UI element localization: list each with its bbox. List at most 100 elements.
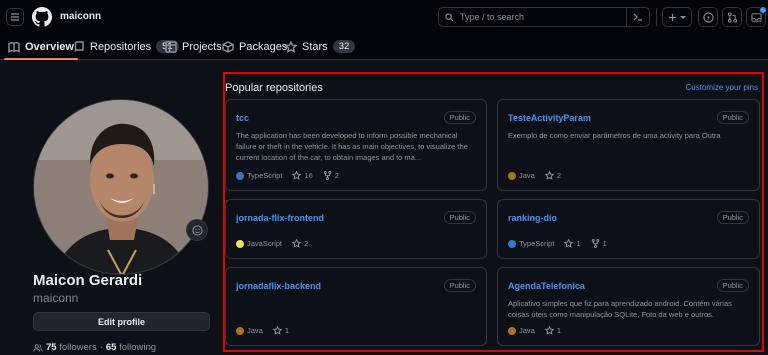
- pull-requests-button[interactable]: [722, 7, 742, 27]
- visibility-badge: Public: [443, 111, 476, 124]
- repo-language: Java: [508, 171, 535, 180]
- repo-meta: JavaScript 2: [236, 239, 308, 248]
- following-label: following: [119, 342, 157, 353]
- fork-icon: [323, 171, 331, 180]
- hamburger-icon: [11, 13, 19, 21]
- pull-request-icon: [727, 11, 737, 23]
- active-tab-indicator: [4, 58, 78, 60]
- avatar[interactable]: [33, 99, 209, 275]
- stars-count: 16: [304, 171, 313, 180]
- header-username[interactable]: maiconn: [60, 11, 101, 22]
- stars-link[interactable]: 1: [272, 326, 290, 335]
- visibility-badge: Public: [716, 279, 749, 292]
- repo-meta: Java 1: [236, 326, 289, 335]
- repo-meta: Java 1: [508, 326, 561, 335]
- fork-icon: [591, 239, 599, 248]
- search-input[interactable]: Type / to search: [438, 7, 650, 27]
- repo-language: JavaScript: [236, 239, 282, 248]
- forks-link[interactable]: 1: [591, 239, 607, 248]
- repo-card: tcc Public The application has been deve…: [225, 99, 487, 191]
- separator-dot: ·: [99, 342, 103, 353]
- visibility-badge: Public: [443, 211, 476, 224]
- notification-dot: [759, 6, 767, 14]
- star-icon: [285, 40, 297, 53]
- star-icon: [292, 239, 302, 248]
- stars-count: 1: [576, 239, 581, 248]
- language-name: Java: [519, 326, 535, 335]
- stars-count: 1: [284, 326, 290, 335]
- tab-repositories[interactable]: Repositories 51: [73, 34, 179, 59]
- repo-description: Exemplo de como enviar parâmetros de uma…: [508, 131, 721, 140]
- package-icon: [222, 40, 234, 53]
- book-icon: [8, 41, 20, 53]
- menu-button[interactable]: [6, 8, 24, 26]
- plus-icon: [668, 13, 677, 21]
- followers-link[interactable]: 75 followers: [46, 342, 97, 353]
- tab-overview[interactable]: Overview: [4, 34, 78, 60]
- repo-name-link[interactable]: AgendaTelefonica: [508, 281, 585, 291]
- repo-description: The application has been developed to in…: [236, 131, 468, 162]
- stars-link[interactable]: 1: [564, 239, 581, 248]
- repo-name-link[interactable]: jornada-flix-frontend: [236, 213, 324, 223]
- profile-name: Maicon Gerardi: [33, 272, 143, 289]
- issues-icon: [702, 11, 714, 23]
- stars-count: 1: [556, 326, 562, 335]
- following-link[interactable]: 65 following: [106, 342, 156, 353]
- repo-card: ranking-dio Public TypeScript 1 1: [497, 199, 760, 259]
- language-color-dot: [236, 239, 244, 248]
- tab-projects[interactable]: Projects: [165, 34, 222, 59]
- command-palette-icon: [633, 13, 642, 21]
- smiley-icon: [191, 224, 203, 236]
- repo-meta: TypeScript 16 2: [236, 171, 339, 180]
- star-icon: [544, 171, 554, 180]
- set-status-button[interactable]: [186, 219, 208, 241]
- visibility-badge: Public: [716, 111, 749, 124]
- section-title: Popular repositories: [225, 82, 323, 94]
- popular-repositories-section: Popular repositories Customize your pins…: [223, 72, 764, 352]
- repo-name-link[interactable]: jornadaflix-backend: [236, 281, 321, 291]
- stars-link[interactable]: 16: [292, 171, 313, 180]
- inbox-button[interactable]: [746, 6, 767, 27]
- customize-pins-link[interactable]: Customize your pins: [686, 83, 758, 92]
- repo-card: AgendaTelefonica Public Aplicativo simpl…: [497, 267, 760, 346]
- stars-link[interactable]: 1: [544, 326, 562, 335]
- tab-packages[interactable]: Packages: [222, 34, 287, 59]
- repo-name-link[interactable]: ranking-dio: [508, 213, 557, 223]
- repo-name-link[interactable]: TesteActivityParam: [508, 113, 591, 123]
- edit-profile-button[interactable]: Edit profile: [33, 312, 210, 331]
- command-palette-button[interactable]: [626, 8, 649, 26]
- repo-card: jornada-flix-frontend Public JavaScript …: [225, 199, 487, 259]
- followers-count: 75: [46, 342, 57, 353]
- avatar-image: [34, 100, 208, 274]
- stars-link[interactable]: 2: [292, 239, 308, 248]
- star-icon: [544, 326, 554, 335]
- tab-label: Packages: [239, 40, 288, 53]
- repo-description: Aplicativo simples que fiz para aprendiz…: [508, 299, 732, 319]
- repo-language: TypeScript: [508, 239, 554, 248]
- repo-name-link[interactable]: tcc: [236, 113, 249, 123]
- stars-link[interactable]: 2: [544, 171, 562, 180]
- forks-link[interactable]: 2: [323, 171, 339, 180]
- top-navbar: maiconn Type / to search: [0, 0, 768, 34]
- language-color-dot: [508, 239, 516, 248]
- followers-label: followers: [59, 342, 97, 353]
- divider: [656, 8, 657, 26]
- tab-stars[interactable]: Stars 32: [285, 34, 356, 59]
- people-icon: [33, 343, 43, 351]
- profile-login: maiconn: [33, 291, 79, 305]
- repo-card: jornadaflix-backend Public Java 1: [225, 267, 487, 346]
- visibility-badge: Public: [443, 279, 476, 292]
- github-logo-icon[interactable]: [32, 7, 52, 27]
- repo-meta: Java 2: [508, 171, 561, 180]
- repo-language: Java: [508, 326, 535, 335]
- create-new-button[interactable]: [662, 7, 692, 27]
- language-name: TypeScript: [519, 239, 555, 248]
- chevron-down-icon: [680, 16, 686, 19]
- star-icon: [292, 171, 302, 180]
- repo-card: TesteActivityParam Public Exemplo de com…: [497, 99, 760, 191]
- stars-count: 2: [556, 171, 562, 180]
- language-name: Java: [519, 171, 535, 180]
- issues-button[interactable]: [698, 7, 718, 27]
- tab-label: Repositories: [90, 40, 152, 53]
- tab-label: Stars: [302, 40, 328, 53]
